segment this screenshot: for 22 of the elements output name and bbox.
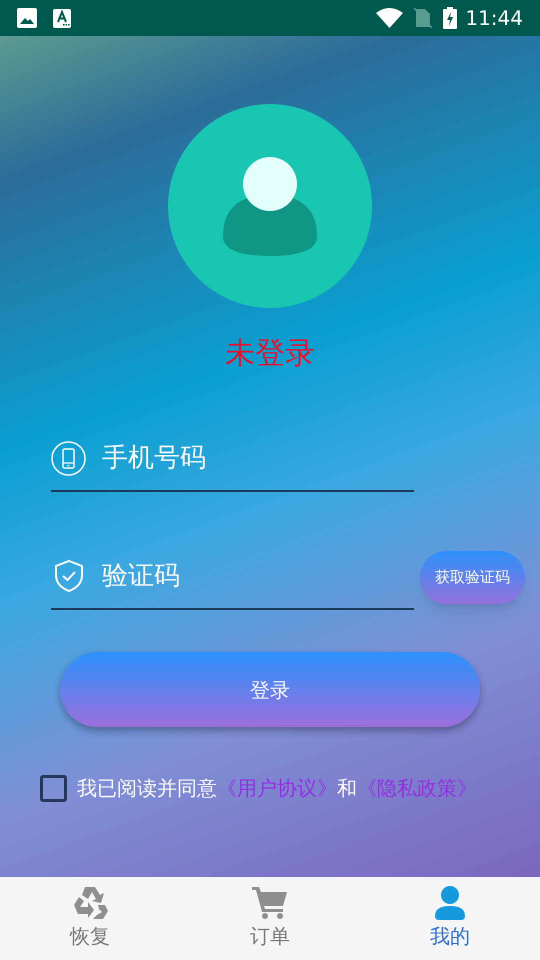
- login-status: 未登录: [225, 335, 315, 373]
- code-field[interactable]: 验证码: [102, 556, 382, 596]
- nav-tab[interactable]: 订单: [180, 877, 360, 960]
- clock-time: 11:44: [465, 8, 523, 28]
- agreement-checkbox[interactable]: [40, 774, 67, 802]
- agreement-text: 我已阅读并同意《用户协议》和《隐私政策》: [77, 775, 477, 802]
- cart-icon: [252, 886, 288, 920]
- phone-icon: [51, 440, 86, 476]
- shield-check-icon: [54, 560, 84, 592]
- login-button[interactable]: 登录: [60, 652, 480, 727]
- get-code-button[interactable]: 获取验证码: [420, 551, 525, 604]
- nav-tab[interactable]: 我的: [360, 877, 540, 960]
- recycle-icon: [71, 885, 109, 921]
- no-sim-icon: [413, 7, 434, 29]
- person-icon: [222, 156, 318, 256]
- font-icon: [53, 8, 71, 28]
- battery-charging-icon: [443, 7, 458, 29]
- phone-field[interactable]: 手机号码: [102, 438, 382, 478]
- person-icon: [435, 886, 465, 920]
- image-icon: [17, 8, 37, 28]
- wifi-icon: [376, 8, 404, 28]
- nav-tab[interactable]: 恢复: [0, 877, 180, 960]
